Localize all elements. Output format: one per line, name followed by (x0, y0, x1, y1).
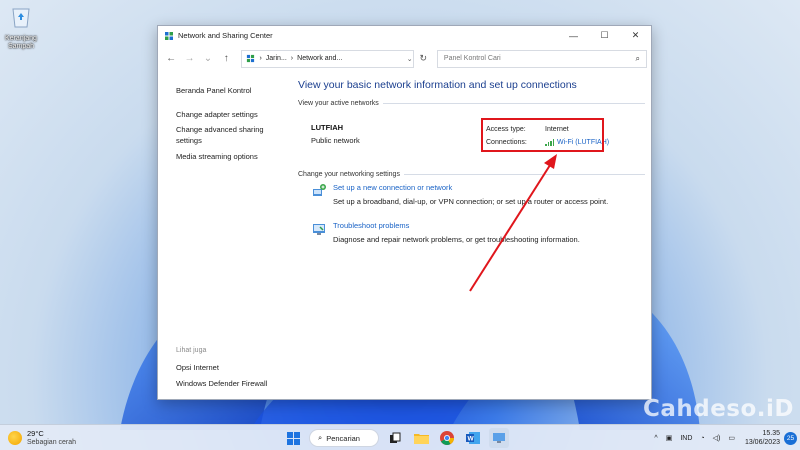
network-center-icon (165, 31, 173, 40)
breadcrumb-separator: › (290, 55, 294, 62)
start-button[interactable] (283, 428, 303, 448)
search-icon: ⌕ (318, 433, 323, 442)
tray-overflow-icon[interactable]: ^ (654, 435, 657, 442)
taskbar-search[interactable]: ⌕ Pencarian (309, 429, 379, 447)
up-arrow-icon[interactable]: ↑ (217, 49, 235, 68)
minimize-button[interactable]: — (558, 26, 589, 45)
forward-arrow-icon[interactable]: → (180, 49, 198, 68)
search-placeholder: Panel Kontrol Cari (443, 55, 501, 62)
watermark: Cahdeso.iD (642, 396, 794, 422)
sidebar-item-advanced-sharing-cont[interactable]: settings (176, 135, 202, 146)
task-troubleshoot: Troubleshoot problems Diagnose and repai… (311, 221, 580, 245)
section-heading: Change your networking settings (298, 171, 400, 178)
network-sharing-window: Network and Sharing Center — ☐ ✕ ← → ⌄ ↑… (157, 25, 652, 400)
address-field[interactable]: › Jarin... › Network and... ⌄ (241, 49, 414, 68)
search-input[interactable]: Panel Kontrol Cari ⌕ (436, 49, 648, 68)
chevron-down-icon[interactable]: ⌄ (407, 55, 413, 63)
network-name: LUTFIAH (311, 123, 344, 132)
clock[interactable]: 15.35 13/06/2023 (745, 429, 780, 447)
recycle-bin-label: Keranjang Sampah (5, 35, 37, 50)
taskbar: 29°C Sebagian cerah ⌕ Pencarian W ^ ▣ IN… (0, 424, 800, 450)
breadcrumb-network[interactable]: Jarin... (266, 55, 287, 62)
notification-badge[interactable]: 25 (784, 431, 797, 445)
file-explorer-icon[interactable] (411, 428, 431, 448)
battery-icon[interactable]: ▭ (728, 434, 735, 442)
title-bar[interactable]: Network and Sharing Center — ☐ ✕ (158, 26, 651, 45)
highlight-box (481, 118, 604, 152)
weather-desc: Sebagian cerah (27, 439, 77, 446)
partly-sunny-icon (8, 431, 22, 445)
word-icon[interactable]: W (463, 428, 483, 448)
weather-widget[interactable]: 29°C Sebagian cerah (8, 429, 76, 447)
clock-date: 13/06/2023 (744, 439, 780, 446)
system-tray: ^ ▣ IND ◔ ◁) ▭ 15.35 13/06/2023 25 (650, 425, 800, 450)
new-connection-icon (313, 184, 326, 196)
breadcrumb-current[interactable]: Network and... (297, 55, 342, 62)
troubleshoot-desc: Diagnose and repair network problems, or… (333, 235, 580, 244)
close-button[interactable]: ✕ (620, 26, 651, 45)
language-indicator[interactable]: IND (680, 435, 692, 442)
windows-logo-icon (286, 431, 300, 445)
back-arrow-icon[interactable]: ← (162, 49, 180, 68)
troubleshoot-icon (313, 224, 325, 235)
recycle-bin-shortcut[interactable]: Keranjang Sampah (2, 4, 40, 51)
network-type[interactable]: Public network (311, 136, 360, 145)
clock-time: 15.35 (762, 430, 780, 437)
see-also-heading: Lihat juga (176, 347, 207, 354)
maximize-button[interactable]: ☐ (589, 26, 620, 45)
search-icon: ⌕ (635, 53, 641, 63)
control-panel-taskbar-icon[interactable] (489, 428, 509, 448)
refresh-icon[interactable]: ↻ (414, 50, 433, 68)
taskbar-apps: ⌕ Pencarian W (283, 428, 509, 448)
chrome-icon[interactable] (437, 428, 457, 448)
taskbar-search-label: Pencarian (326, 433, 360, 443)
sidebar-item-advanced-sharing[interactable]: Change advanced sharing (176, 124, 264, 135)
sidebar-item-firewall[interactable]: Windows Defender Firewall (176, 378, 267, 389)
task-new-connection: Set up a new connection or network Set u… (311, 183, 608, 207)
recycle-bin-icon (12, 8, 30, 28)
control-panel-icon (247, 54, 255, 63)
main-content: View your basic network information and … (298, 73, 645, 399)
weather-temp: 29°C (27, 429, 44, 438)
active-networks-section: View your active networks (298, 100, 645, 107)
recent-locations-icon[interactable]: ⌄ (199, 49, 217, 68)
svg-text:W: W (468, 436, 475, 443)
page-title: View your basic network information and … (298, 79, 577, 91)
sidebar-item-media-streaming[interactable]: Media streaming options (176, 151, 258, 162)
troubleshoot-link[interactable]: Troubleshoot problems (333, 221, 580, 231)
sidebar-item-adapter[interactable]: Change adapter settings (176, 109, 258, 120)
breadcrumb-separator: › (259, 55, 262, 62)
task-view-icon[interactable] (385, 428, 405, 448)
sidebar: Beranda Panel Kontrol Change adapter set… (158, 73, 293, 399)
sidebar-item-internet-options[interactable]: Opsi Internet (176, 362, 219, 373)
sidebar-home-link[interactable]: Beranda Panel Kontrol (176, 85, 251, 96)
new-connection-desc: Set up a broadband, dial-up, or VPN conn… (333, 197, 609, 206)
window-title: Network and Sharing Center (178, 31, 273, 40)
section-heading: View your active networks (298, 100, 379, 107)
new-connection-link[interactable]: Set up a new connection or network (333, 183, 608, 193)
network-tray-icon[interactable]: ▣ (666, 434, 673, 442)
wifi-tray-icon[interactable]: ◔ (700, 435, 704, 442)
address-toolbar: ← → ⌄ ↑ › Jarin... › Network and... ⌄ ↻ … (158, 45, 651, 72)
volume-icon[interactable]: ◁) (713, 434, 721, 442)
change-settings-section: Change your networking settings (298, 171, 645, 178)
